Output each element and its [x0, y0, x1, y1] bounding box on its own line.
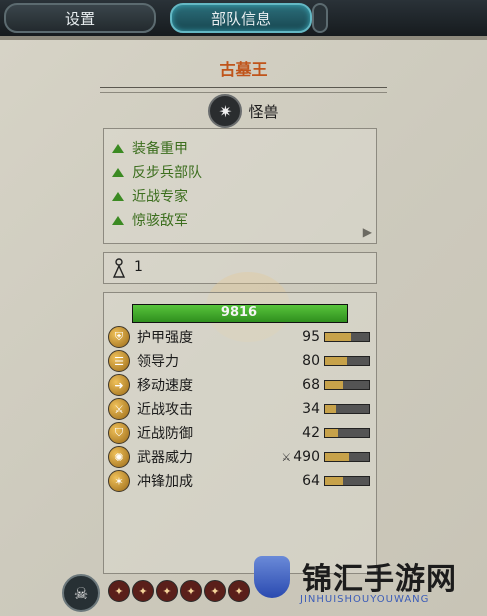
stat-row[interactable]: ⛨ 护甲强度 95	[108, 326, 370, 348]
stat-bar	[324, 332, 370, 342]
attribute-item[interactable]: 惊骇敌军	[112, 209, 188, 231]
attribute-label: 惊骇敌军	[132, 213, 188, 229]
stat-value: 68	[302, 377, 320, 393]
stat-bar	[324, 452, 370, 462]
attribute-item[interactable]: 反步兵部队	[112, 161, 202, 183]
stat-row[interactable]: ➜ 移动速度 68	[108, 374, 370, 396]
stat-bar	[324, 404, 370, 414]
positive-triangle-icon	[112, 167, 124, 177]
weapon-type-icon: ⚔	[281, 451, 292, 464]
positive-triangle-icon	[112, 215, 124, 225]
stat-row[interactable]: ✶ 冲锋加成 64	[108, 470, 370, 492]
monster-class-icon: ✷	[208, 94, 243, 128]
stat-label: 冲锋加成	[137, 474, 193, 490]
armour-icon: ⛨	[108, 326, 130, 348]
stat-bar-fill	[325, 357, 347, 365]
stat-bar-fill	[325, 453, 350, 461]
stat-label: 护甲强度	[137, 330, 193, 346]
positive-triangle-icon	[112, 191, 124, 201]
watermark-shield-icon	[254, 556, 290, 598]
stat-row[interactable]: ✺ 武器威力 ⚔ 490	[108, 446, 370, 468]
stat-bar-fill	[325, 429, 339, 437]
unit-size-icon	[112, 258, 126, 278]
attribute-item[interactable]: 近战专家	[112, 185, 188, 207]
watermark-subtext: JINHUISHOUYOUWANG	[300, 594, 430, 605]
attribute-label: 反步兵部队	[132, 165, 202, 181]
ability-icon[interactable]: ✦	[108, 580, 130, 602]
stat-bar-fill	[325, 477, 343, 485]
stat-value: 95	[302, 329, 320, 345]
unit-size-value: 1	[134, 259, 143, 275]
tab-collapsed[interactable]	[312, 3, 328, 33]
stat-bar-fill	[325, 333, 352, 341]
stat-bar-fill	[325, 381, 343, 389]
stat-label: 近战防御	[137, 426, 193, 442]
ability-icon[interactable]: ✦	[156, 580, 178, 602]
attributes-box: 装备重甲 反步兵部队 近战专家 惊骇敌军 ▶	[103, 128, 377, 244]
unit-name: 古墓王	[219, 60, 268, 79]
stat-bar	[324, 380, 370, 390]
stat-label: 移动速度	[137, 378, 193, 394]
stat-label: 近战攻击	[137, 402, 193, 418]
stat-value: 42	[302, 425, 320, 441]
stat-value: ⚔ 490	[281, 449, 320, 465]
stat-value: 80	[302, 353, 320, 369]
attribute-label: 装备重甲	[132, 141, 188, 157]
attribute-label: 近战专家	[132, 189, 188, 205]
stat-value: 34	[302, 401, 320, 417]
positive-triangle-icon	[112, 143, 124, 153]
speed-icon: ➜	[108, 374, 130, 396]
stat-row[interactable]: ⛉ 近战防御 42	[108, 422, 370, 444]
ability-icon[interactable]: ✦	[204, 580, 226, 602]
stat-bar-fill	[325, 405, 336, 413]
stat-bar	[324, 428, 370, 438]
unit-class-row: ✷ 怪兽	[0, 94, 487, 128]
melee-defence-icon: ⛉	[108, 422, 130, 444]
title-divider	[100, 87, 387, 93]
charge-bonus-icon: ✶	[108, 470, 130, 492]
stat-row[interactable]: ☰ 领导力 80	[108, 350, 370, 372]
ability-icon[interactable]: ✦	[180, 580, 202, 602]
stat-label: 领导力	[137, 354, 179, 370]
unit-class-label: 怪兽	[248, 102, 279, 121]
tab-unit-info[interactable]: 部队信息	[170, 3, 312, 33]
melee-attack-icon: ⚔	[108, 398, 130, 420]
stat-value: 64	[302, 473, 320, 489]
skull-emblem-icon[interactable]: ☠	[62, 574, 100, 612]
leadership-icon: ☰	[108, 350, 130, 372]
stat-row[interactable]: ⚔ 近战攻击 34	[108, 398, 370, 420]
expand-arrow-icon[interactable]: ▶	[363, 225, 372, 239]
stat-bar	[324, 476, 370, 486]
watermark-logo: 锦汇手游网 JINHUISHOUYOUWANG	[246, 552, 482, 612]
watermark-text: 锦汇手游网	[302, 562, 457, 597]
attribute-item[interactable]: 装备重甲	[112, 137, 188, 159]
stat-bar	[324, 356, 370, 366]
ability-icon[interactable]: ✦	[132, 580, 154, 602]
stat-label: 武器威力	[137, 450, 193, 466]
health-value: 9816	[220, 305, 258, 320]
tab-settings[interactable]: 设置	[4, 3, 156, 33]
weapon-strength-icon: ✺	[108, 446, 130, 468]
